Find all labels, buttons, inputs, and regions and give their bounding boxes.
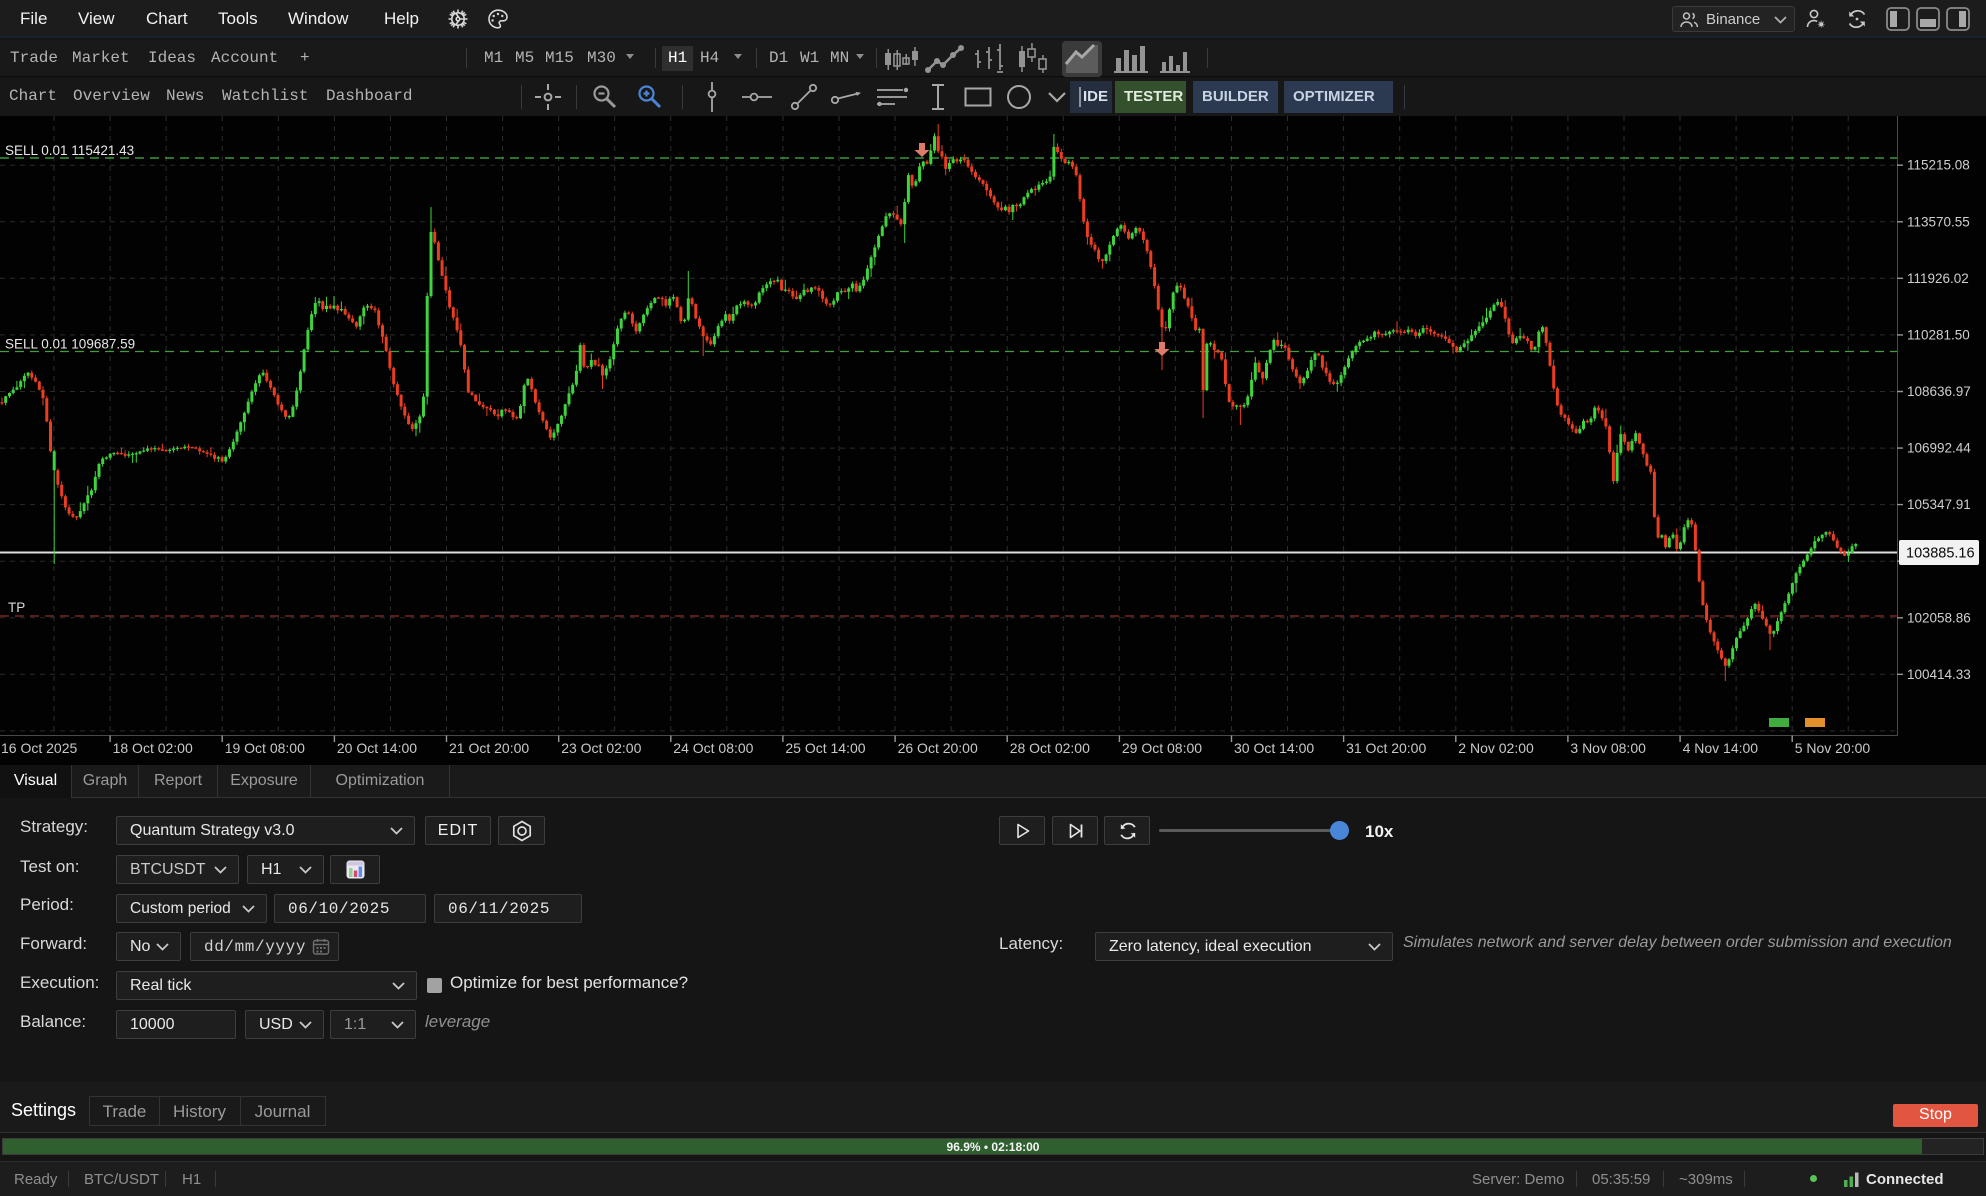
svg-text:18 Oct 02:00: 18 Oct 02:00 (113, 740, 193, 756)
svg-text:SELL 0.01 109687.59: SELL 0.01 109687.59 (5, 337, 135, 352)
svg-text:26 Oct 20:00: 26 Oct 20:00 (898, 740, 978, 756)
svg-text:108636.97: 108636.97 (1907, 384, 1971, 399)
svg-text:113570.55: 113570.55 (1907, 214, 1970, 229)
svg-text:19 Oct 08:00: 19 Oct 08:00 (225, 740, 305, 756)
svg-text:21 Oct 20:00: 21 Oct 20:00 (449, 740, 529, 756)
svg-text:31 Oct 20:00: 31 Oct 20:00 (1346, 740, 1426, 756)
svg-text:103885.16: 103885.16 (1906, 546, 1975, 562)
svg-text:28 Oct 02:00: 28 Oct 02:00 (1010, 740, 1090, 756)
svg-text:106992.44: 106992.44 (1907, 441, 1971, 456)
svg-text:111926.02: 111926.02 (1907, 271, 1969, 286)
svg-text:20 Oct 14:00: 20 Oct 14:00 (337, 740, 417, 756)
svg-text:5 Nov 20:00: 5 Nov 20:00 (1795, 740, 1871, 756)
svg-text:30 Oct 14:00: 30 Oct 14:00 (1234, 740, 1314, 756)
svg-text:102058.86: 102058.86 (1907, 610, 1971, 625)
svg-text:2 Nov 02:00: 2 Nov 02:00 (1458, 740, 1534, 756)
svg-text:115215.08: 115215.08 (1907, 158, 1970, 173)
svg-text:110281.50: 110281.50 (1907, 327, 1970, 342)
svg-text:24 Oct 08:00: 24 Oct 08:00 (673, 740, 753, 756)
svg-text:25 Oct 14:00: 25 Oct 14:00 (785, 740, 865, 756)
svg-text:16 Oct 2025: 16 Oct 2025 (1, 740, 77, 756)
svg-text:3 Nov 08:00: 3 Nov 08:00 (1570, 740, 1646, 756)
svg-text:100414.33: 100414.33 (1907, 667, 1971, 682)
svg-text:23 Oct 02:00: 23 Oct 02:00 (561, 740, 641, 756)
svg-text:105347.91: 105347.91 (1907, 497, 1971, 512)
svg-text:29 Oct 08:00: 29 Oct 08:00 (1122, 740, 1202, 756)
svg-text:SELL 0.01 115421.43: SELL 0.01 115421.43 (5, 143, 134, 158)
svg-text:TP: TP (8, 600, 25, 615)
svg-text:4 Nov 14:00: 4 Nov 14:00 (1683, 740, 1759, 756)
